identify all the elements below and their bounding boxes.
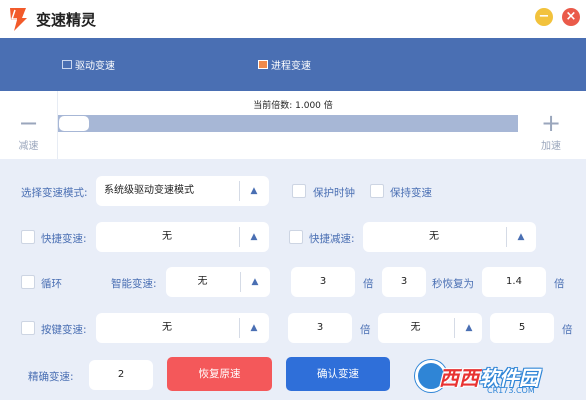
key-second-value: 无 <box>410 322 421 333</box>
quick-slow-arrow-icon[interactable]: ▲ <box>507 222 535 252</box>
decrease-label: 减速 <box>18 141 39 152</box>
process-icon <box>258 60 268 69</box>
smart-speed-value: 无 <box>197 276 208 287</box>
quick-speed-checkbox[interactable] <box>21 230 35 244</box>
mode-label: 选择变速模式: <box>21 187 88 199</box>
key-speed-arrow-icon[interactable]: ▲ <box>240 313 268 343</box>
keep-speed-checkbox[interactable] <box>370 184 384 198</box>
smart-speed-label: 智能变速: <box>111 278 157 290</box>
loop-checkbox[interactable] <box>21 275 35 289</box>
loop-multiplier-input[interactable]: 3 <box>291 267 355 297</box>
loop-label: 循环 <box>41 278 62 290</box>
protect-clock-label: 保护时钟 <box>313 187 355 199</box>
loop-seconds-value: 3 <box>400 276 408 287</box>
key-multiplier-input[interactable]: 3 <box>288 313 352 343</box>
quick-speed-select[interactable]: 无 ▲ <box>96 222 269 252</box>
quick-slow-checkbox[interactable] <box>289 230 303 244</box>
key-multiplier-unit: 倍 <box>360 324 371 336</box>
increase-label: 加速 <box>541 141 561 152</box>
keep-speed-label: 保持变速 <box>390 187 432 199</box>
tab-driver-speed-label: 驱动变速 <box>75 61 115 72</box>
watermark-url: CR173.COM <box>487 386 535 395</box>
quick-speed-label: 快捷变速: <box>41 233 87 245</box>
speed-slider-handle[interactable] <box>59 116 89 131</box>
confirm-speed-button[interactable]: 确认变速 <box>286 357 390 391</box>
minimize-button[interactable]: − <box>535 8 553 26</box>
mode-select[interactable]: 系统级驱动变速模式 ▲ <box>96 176 269 206</box>
loop-multiplier-unit: 倍 <box>363 278 374 290</box>
driver-icon <box>62 60 72 69</box>
plus-icon: + <box>540 109 562 137</box>
tab-process-speed-label: 进程变速 <box>271 61 311 72</box>
key-multiplier-value: 3 <box>316 322 324 333</box>
smart-speed-arrow-icon[interactable]: ▲ <box>241 267 269 297</box>
restore-multiplier-input[interactable]: 1.4 <box>482 267 546 297</box>
watermark-logo: 西西软件园 CR173.COM <box>415 358 586 400</box>
nav-bar: 驱动变速 进程变速 <box>0 38 586 91</box>
increase-button[interactable]: + 加速 <box>522 91 580 159</box>
loop-multiplier-value: 3 <box>319 276 327 287</box>
minus-icon: − <box>18 109 39 137</box>
key-second-arrow-icon[interactable]: ▲ <box>455 313 483 343</box>
key-speed-select[interactable]: 无 ▲ <box>96 313 269 343</box>
key-third-unit: 倍 <box>562 324 573 336</box>
quick-speed-arrow-icon[interactable]: ▲ <box>240 222 268 252</box>
app-title: 变速精灵 <box>36 11 97 29</box>
close-button[interactable]: × <box>562 8 580 26</box>
key-speed-checkbox[interactable] <box>21 321 35 335</box>
tab-process-speed[interactable]: 进程变速 <box>258 57 311 72</box>
precise-speed-value: 2 <box>117 369 125 380</box>
precise-speed-label: 精确变速: <box>28 371 74 383</box>
quick-slow-select[interactable]: 无 ▲ <box>363 222 536 252</box>
quick-slow-label: 快捷减速: <box>309 233 355 245</box>
precise-speed-input[interactable]: 2 <box>89 360 153 390</box>
key-third-value: 5 <box>518 322 526 333</box>
restore-speed-button[interactable]: 恢复原速 <box>167 357 272 391</box>
key-speed-label: 按键变速: <box>41 324 87 336</box>
current-multiplier: 当前倍数: 1.000 倍 <box>253 101 333 111</box>
mode-arrow-icon[interactable]: ▲ <box>240 176 268 206</box>
title-bar: 变速精灵 − × <box>0 0 586 38</box>
restore-multiplier-value: 1.4 <box>506 276 522 287</box>
protect-clock-checkbox[interactable] <box>292 184 306 198</box>
smart-speed-select[interactable]: 无 ▲ <box>166 267 270 297</box>
speed-control: − 减速 当前倍数: 1.000 倍 + 加速 <box>0 91 586 159</box>
key-speed-value: 无 <box>162 322 172 333</box>
watermark-brand-a: 西西 <box>439 366 479 390</box>
mode-value: 系统级驱动变速模式 <box>104 185 194 196</box>
app-logo-icon <box>10 8 27 31</box>
restore-after-label: 秒恢复为 <box>432 278 474 290</box>
key-third-input[interactable]: 5 <box>490 313 554 343</box>
tab-driver-speed[interactable]: 驱动变速 <box>62 57 115 72</box>
key-second-select[interactable]: 无 ▲ <box>378 313 482 343</box>
restore-multiplier-unit: 倍 <box>554 278 565 290</box>
speed-slider[interactable] <box>58 115 518 132</box>
quick-slow-value: 无 <box>429 231 439 242</box>
quick-speed-value: 无 <box>162 231 172 242</box>
loop-seconds-input[interactable]: 3 <box>382 267 426 297</box>
